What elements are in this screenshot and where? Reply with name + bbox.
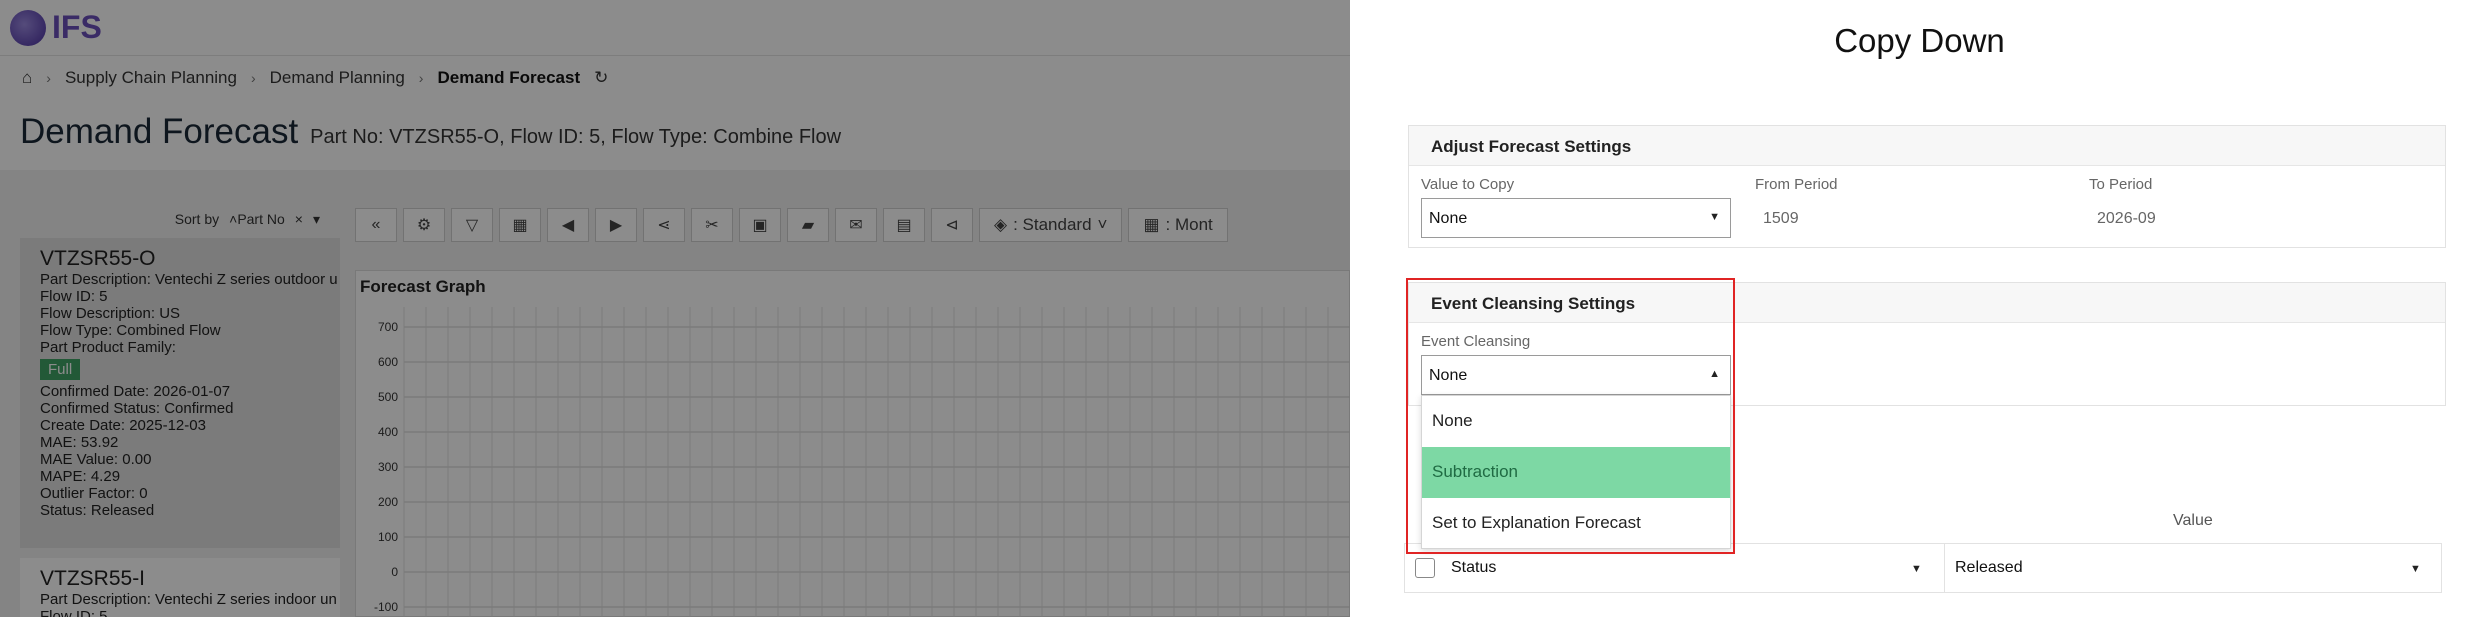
- value-to-copy-label: Value to Copy: [1421, 176, 1515, 193]
- from-period-label: From Period: [1755, 176, 1838, 193]
- caret-down-icon: ▼: [2410, 563, 2421, 575]
- section-heading: Adjust Forecast Settings: [1409, 126, 2445, 166]
- select-value: None: [1429, 210, 1468, 227]
- from-period-value: 1509: [1763, 210, 1799, 227]
- row-checkbox[interactable]: [1415, 558, 1435, 578]
- caret-down-icon: ▼: [1709, 211, 1720, 223]
- panel-title: Copy Down: [1834, 22, 2005, 59]
- adjust-forecast-section: Adjust Forecast Settings Value to Copy N…: [1408, 125, 2446, 248]
- value-column-header: Value: [2173, 512, 2213, 529]
- demand-forecast-page: IFS ⌂ › Supply Chain Planning › Demand P…: [0, 0, 1350, 617]
- modal-overlay[interactable]: [0, 0, 1350, 617]
- annotation-highlight-box: [1406, 278, 1735, 554]
- cell-divider: [1944, 544, 1945, 592]
- to-period-value: 2026-09: [2097, 210, 2156, 227]
- value-cell[interactable]: Released ▼: [1955, 544, 2435, 592]
- caret-down-icon: ▼: [1911, 563, 1922, 575]
- value-text: Released: [1955, 559, 2023, 576]
- value-to-copy-select[interactable]: None ▼: [1421, 198, 1731, 238]
- to-period-label: To Period: [2089, 176, 2153, 193]
- attribute-value: Status: [1451, 559, 1497, 576]
